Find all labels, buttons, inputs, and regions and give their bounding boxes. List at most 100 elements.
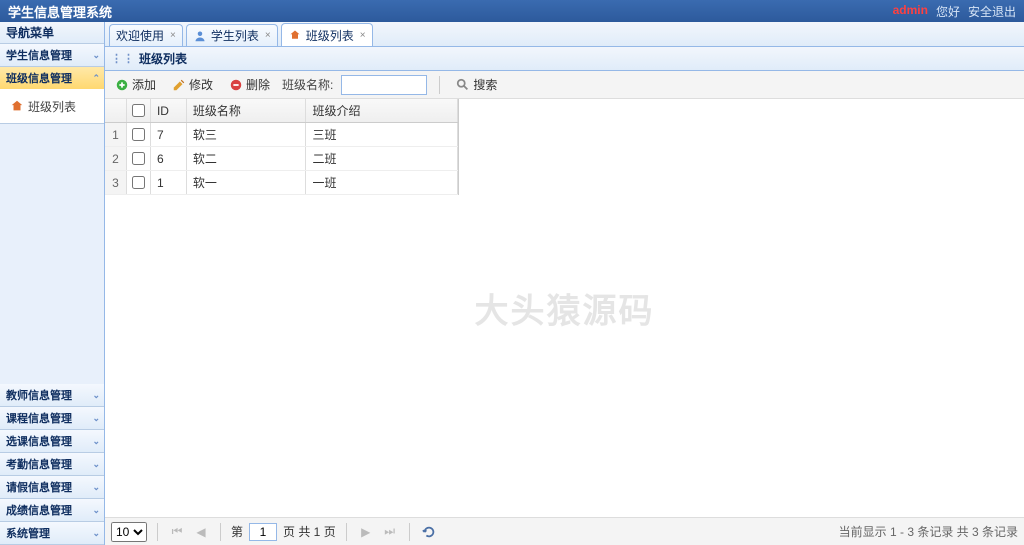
chevron-down-icon: ⌄ bbox=[92, 413, 100, 424]
home-icon bbox=[10, 99, 24, 113]
tab-student-list[interactable]: 学生列表 × bbox=[186, 24, 278, 46]
cell-name: 软二 bbox=[187, 147, 307, 170]
tab-label: 学生列表 bbox=[211, 27, 259, 44]
add-button[interactable]: 添加 bbox=[111, 74, 160, 95]
separator bbox=[439, 76, 440, 94]
cell-desc: 一班 bbox=[306, 171, 458, 194]
sidebar-title: 导航菜单 bbox=[0, 22, 104, 44]
row-checkbox[interactable] bbox=[132, 128, 145, 141]
add-label: 添加 bbox=[132, 76, 156, 93]
row-select-cell bbox=[127, 171, 151, 194]
logout-link[interactable]: 安全退出 bbox=[968, 3, 1016, 20]
grip-icon: ⋮⋮ bbox=[111, 52, 135, 65]
sidebar-item-course[interactable]: 课程信息管理 ⌄ bbox=[0, 407, 104, 429]
row-number: 1 bbox=[105, 123, 127, 146]
page-size-select[interactable]: 10 bbox=[111, 522, 147, 542]
sidebar-item-class[interactable]: 班级信息管理 ⌃ bbox=[0, 67, 104, 89]
sidebar-item-label: 课程信息管理 bbox=[6, 410, 72, 426]
sidebar-item-label: 系统管理 bbox=[6, 525, 50, 541]
filter-input[interactable] bbox=[341, 75, 427, 95]
table-row[interactable]: 26软二二班 bbox=[105, 147, 458, 171]
user-icon bbox=[193, 29, 207, 43]
sidebar-item-student[interactable]: 学生信息管理 ⌄ bbox=[0, 44, 104, 66]
select-all-cell bbox=[127, 99, 151, 122]
cell-id: 7 bbox=[151, 123, 187, 146]
table-row[interactable]: 1 7软三三班 bbox=[105, 123, 458, 147]
search-button[interactable]: 搜索 bbox=[452, 74, 501, 95]
last-page-button[interactable]: ⏭ bbox=[381, 523, 399, 541]
prev-page-button[interactable]: ◀ bbox=[192, 523, 210, 541]
search-label: 搜索 bbox=[473, 76, 497, 93]
tab-label: 欢迎使用 bbox=[116, 27, 164, 44]
tab-label: 班级列表 bbox=[306, 27, 354, 44]
separator bbox=[157, 523, 158, 541]
pager-info: 当前显示 1 - 3 条记录 共 3 条记录 bbox=[839, 523, 1018, 540]
col-desc[interactable]: 班级介绍 bbox=[306, 99, 458, 122]
cell-desc: 三班 bbox=[306, 123, 458, 146]
sidebar-item-label: 教师信息管理 bbox=[6, 387, 72, 403]
sidebar-item-enroll[interactable]: 选课信息管理 ⌄ bbox=[0, 430, 104, 452]
row-number: 2 bbox=[105, 147, 127, 170]
close-icon[interactable]: × bbox=[265, 30, 271, 41]
row-checkbox[interactable] bbox=[132, 152, 145, 165]
page-input[interactable] bbox=[249, 523, 277, 541]
delete-button[interactable]: 删除 bbox=[225, 74, 274, 95]
row-number: 3 bbox=[105, 171, 127, 194]
tab-class-list[interactable]: 班级列表 × bbox=[281, 23, 373, 46]
panel-title: 班级列表 bbox=[139, 50, 187, 67]
edit-button[interactable]: 修改 bbox=[168, 74, 217, 95]
chevron-down-icon: ⌄ bbox=[92, 436, 100, 447]
sidebar-item-label: 班级信息管理 bbox=[6, 70, 72, 86]
refresh-button[interactable] bbox=[420, 523, 438, 541]
sidebar-item-attendance[interactable]: 考勤信息管理 ⌄ bbox=[0, 453, 104, 475]
sidebar-item-grade[interactable]: 成绩信息管理 ⌄ bbox=[0, 499, 104, 521]
chevron-down-icon: ⌄ bbox=[92, 482, 100, 493]
data-grid: ID 班级名称 班级介绍 17软三三班26软二二班31软一一班 大头猿源码 bbox=[105, 99, 1024, 517]
sidebar-item-leave[interactable]: 请假信息管理 ⌄ bbox=[0, 476, 104, 498]
sidebar-item-label: 成绩信息管理 bbox=[6, 502, 72, 518]
watermark: 大头猿源码 bbox=[475, 284, 655, 333]
chevron-up-icon: ⌃ bbox=[92, 73, 100, 84]
tab-bar: 欢迎使用 × 学生列表 × 班级列表 × bbox=[105, 22, 1024, 47]
home-icon bbox=[288, 28, 302, 42]
page-prefix: 第 bbox=[231, 523, 243, 540]
cell-id: 1 bbox=[151, 171, 187, 194]
sidebar: 导航菜单 学生信息管理 ⌄ 班级信息管理 ⌃ bbox=[0, 22, 105, 545]
cell-name: 软一 bbox=[187, 171, 307, 194]
app-header: 学生信息管理系统 admin 您好 安全退出 bbox=[0, 0, 1024, 22]
col-name[interactable]: 班级名称 bbox=[187, 99, 307, 122]
separator bbox=[346, 523, 347, 541]
next-page-button[interactable]: ▶ bbox=[357, 523, 375, 541]
chevron-down-icon: ⌄ bbox=[92, 528, 100, 539]
cell-name: 软三 bbox=[187, 123, 307, 146]
sidebar-item-teacher[interactable]: 教师信息管理 ⌄ bbox=[0, 384, 104, 406]
row-checkbox[interactable] bbox=[132, 176, 145, 189]
table-row[interactable]: 3 1软一一班 bbox=[105, 171, 458, 195]
select-all-checkbox[interactable] bbox=[132, 104, 145, 117]
greeting-text: 您好 bbox=[936, 3, 960, 20]
chevron-down-icon: ⌄ bbox=[92, 390, 100, 401]
first-page-button[interactable]: ⏮ bbox=[168, 523, 186, 541]
tab-welcome[interactable]: 欢迎使用 × bbox=[109, 24, 183, 46]
col-id[interactable]: ID bbox=[151, 99, 187, 122]
sidebar-link-class-list[interactable]: 班级列表 bbox=[6, 95, 98, 117]
chevron-down-icon: ⌄ bbox=[92, 505, 100, 516]
delete-label: 删除 bbox=[246, 76, 270, 93]
grid-header: ID 班级名称 班级介绍 bbox=[105, 99, 458, 123]
cell-id: 6 bbox=[151, 147, 187, 170]
sidebar-item-label: 选课信息管理 bbox=[6, 433, 72, 449]
current-user: admin bbox=[893, 3, 928, 20]
sidebar-item-label: 考勤信息管理 bbox=[6, 456, 72, 472]
chevron-down-icon: ⌄ bbox=[92, 50, 100, 61]
sidebar-item-label: 请假信息管理 bbox=[6, 479, 72, 495]
row-select-cell bbox=[127, 147, 151, 170]
close-icon[interactable]: × bbox=[170, 30, 176, 41]
filter-label: 班级名称: bbox=[282, 76, 333, 93]
panel-title-bar: ⋮⋮ 班级列表 bbox=[105, 47, 1024, 71]
close-icon[interactable]: × bbox=[360, 30, 366, 41]
chevron-down-icon: ⌄ bbox=[92, 459, 100, 470]
pager: 10 ⏮ ◀ 第 页 共 1 页 ▶ ⏭ 当前显示 1 - 3 条记录 共 3 … bbox=[105, 517, 1024, 545]
sidebar-item-label: 学生信息管理 bbox=[6, 47, 72, 63]
row-number-header bbox=[105, 99, 127, 122]
sidebar-item-system[interactable]: 系统管理 ⌄ bbox=[0, 522, 104, 544]
